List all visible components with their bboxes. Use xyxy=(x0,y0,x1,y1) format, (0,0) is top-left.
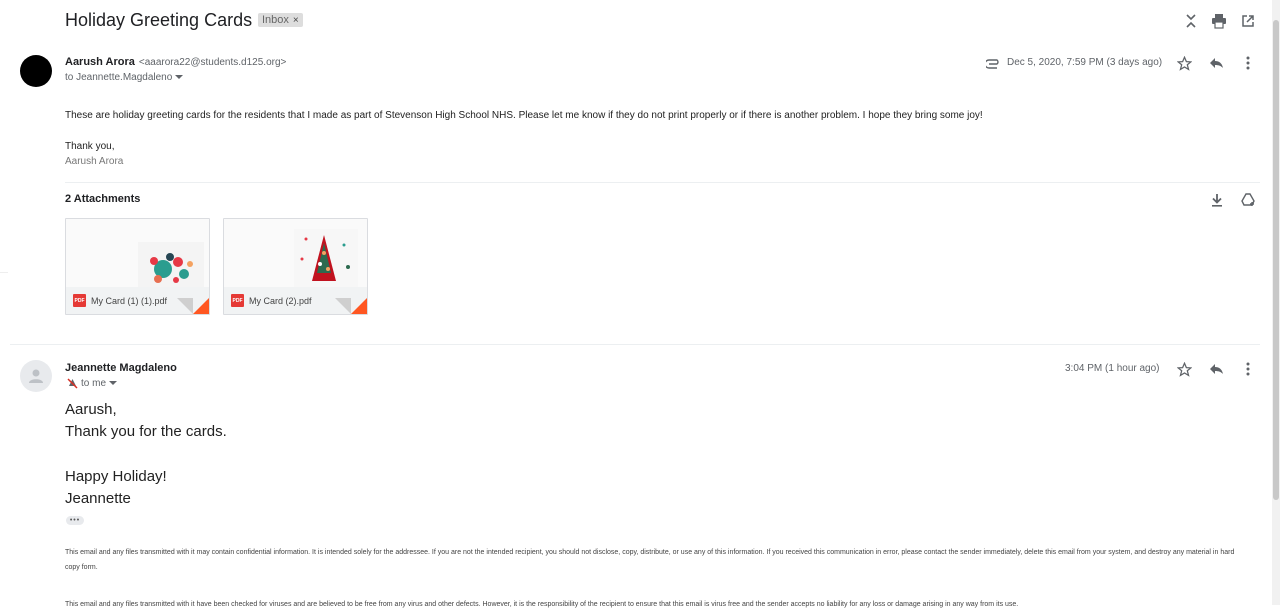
pdf-icon: PDF xyxy=(73,294,86,307)
reply-line: Jeannette xyxy=(65,490,131,507)
reply-line: Thank you for the cards. xyxy=(65,423,227,440)
sender-name[interactable]: Aarush Arora xyxy=(65,56,135,68)
page-fold-shadow xyxy=(335,298,351,314)
recipients-dropdown[interactable]: to Jeannette.Magdaleno xyxy=(65,72,184,83)
recipients-text: to me xyxy=(81,378,107,389)
show-trimmed-content-button[interactable]: ••• xyxy=(66,516,84,525)
attachments-title: 2 Attachments xyxy=(65,193,141,205)
attachment-indicator-icon xyxy=(984,56,1001,74)
attachment-card[interactable]: PDF My Card (2).pdf xyxy=(223,218,368,315)
add-to-drive-icon[interactable] xyxy=(1238,190,1258,210)
recipients-dropdown[interactable]: to me xyxy=(67,378,118,389)
recipients-text: to Jeannette.Magdaleno xyxy=(65,72,173,83)
star-icon[interactable] xyxy=(1174,53,1194,73)
sender-line: Aarush Arora <aaarora22@students.d125.or… xyxy=(65,56,286,68)
reply-icon[interactable] xyxy=(1206,359,1226,379)
message-body: These are holiday greeting cards for the… xyxy=(65,110,983,121)
signoff: Thank you, xyxy=(65,141,115,152)
print-icon[interactable] xyxy=(1209,11,1229,31)
sender-email: <aaarora22@students.d125.org> xyxy=(138,57,287,68)
message-divider xyxy=(10,344,1260,345)
page-fold-corner xyxy=(351,298,367,314)
signature: Aarush Arora xyxy=(65,156,124,167)
open-in-new-window-icon[interactable] xyxy=(1238,11,1258,31)
attachment-thumbnail xyxy=(66,219,209,287)
email-subject: Holiday Greeting Cards xyxy=(65,10,253,30)
remove-label-icon[interactable]: × xyxy=(293,15,299,26)
attachment-card[interactable]: PDF My Card (1) (1).pdf xyxy=(65,218,210,315)
external-sender-warning-icon xyxy=(67,378,78,389)
sender-avatar[interactable] xyxy=(20,55,52,87)
attachment-thumbnail xyxy=(224,219,367,287)
reply-icon[interactable] xyxy=(1206,53,1226,73)
page-fold-shadow xyxy=(177,298,193,314)
reply-line: Aarush, xyxy=(65,401,117,418)
collapse-all-icon[interactable] xyxy=(1181,11,1201,31)
page-fold-corner xyxy=(193,298,209,314)
download-all-icon[interactable] xyxy=(1207,190,1227,210)
left-edge-divider xyxy=(0,272,8,273)
more-options-icon[interactable] xyxy=(1238,359,1258,379)
star-icon[interactable] xyxy=(1174,359,1194,379)
inbox-label-text: Inbox xyxy=(262,14,289,26)
sender-avatar[interactable] xyxy=(20,360,52,392)
message-date: Dec 5, 2020, 7:59 PM (3 days ago) xyxy=(1007,57,1163,68)
reply-line: Happy Holiday! xyxy=(65,468,167,485)
pdf-icon: PDF xyxy=(231,294,244,307)
disclaimer-text: This email and any files transmitted wit… xyxy=(65,549,1235,571)
scrollbar-thumb[interactable] xyxy=(1273,20,1279,500)
default-avatar-icon xyxy=(29,369,43,383)
sender-name[interactable]: Jeannette Magdaleno xyxy=(65,362,177,374)
chevron-down-icon xyxy=(109,381,118,385)
message-date: 3:04 PM (1 hour ago) xyxy=(1065,363,1160,374)
attachment-name: My Card (2).pdf xyxy=(249,295,312,306)
inbox-label-chip[interactable]: Inbox × xyxy=(258,13,303,27)
chevron-down-icon xyxy=(175,75,184,79)
more-options-icon[interactable] xyxy=(1238,53,1258,73)
attachments-divider xyxy=(65,182,1260,183)
attachment-name: My Card (1) (1).pdf xyxy=(91,295,168,306)
